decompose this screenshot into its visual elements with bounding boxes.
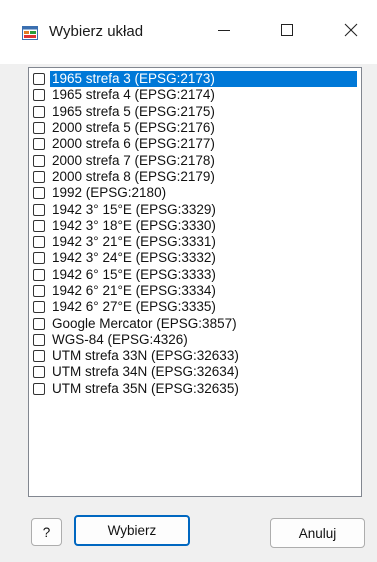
list-item[interactable]: 1942 6° 27°E (EPSG:3335) bbox=[33, 299, 357, 315]
list-item[interactable]: 1965 strefa 5 (EPSG:2175) bbox=[33, 104, 357, 120]
item-label: UTM strefa 34N (EPSG:32634) bbox=[52, 364, 239, 380]
title-bar[interactable]: Wybierz układ bbox=[0, 0, 377, 64]
list-item[interactable]: 1942 3° 15°E (EPSG:3329) bbox=[33, 201, 357, 217]
item-label: 1965 strefa 3 (EPSG:2173) bbox=[50, 71, 357, 88]
minimize-button[interactable] bbox=[201, 12, 247, 52]
list-item[interactable]: 1942 6° 21°E (EPSG:3334) bbox=[33, 283, 357, 299]
item-label: 1942 6° 21°E (EPSG:3334) bbox=[52, 283, 216, 298]
list-item[interactable]: UTM strefa 34N (EPSG:32634) bbox=[33, 364, 357, 380]
item-checkbox[interactable] bbox=[33, 122, 45, 135]
item-label: 1942 3° 15°E (EPSG:3329) bbox=[52, 201, 216, 217]
item-checkbox[interactable] bbox=[33, 105, 45, 118]
maximize-button[interactable] bbox=[264, 12, 310, 52]
list-item[interactable]: WGS-84 (EPSG:4326) bbox=[33, 332, 357, 348]
item-label: 1942 6° 27°E (EPSG:3335) bbox=[52, 299, 216, 315]
close-button[interactable] bbox=[328, 12, 374, 52]
list-item[interactable]: 1965 strefa 3 (EPSG:2173) bbox=[33, 71, 357, 88]
list-item[interactable]: 1992 (EPSG:2180) bbox=[33, 185, 357, 201]
dialog-window: Wybierz układ 1965 strefa 3 (EPSG:2173) 1… bbox=[0, 0, 377, 562]
item-label: 1992 (EPSG:2180) bbox=[52, 185, 167, 201]
list-item[interactable]: 1965 strefa 4 (EPSG:2174) bbox=[33, 87, 357, 103]
item-label: 2000 strefa 8 (EPSG:2179) bbox=[52, 168, 215, 184]
item-checkbox[interactable] bbox=[33, 203, 45, 216]
item-label: 2000 strefa 5 (EPSG:2176) bbox=[52, 120, 215, 136]
close-icon bbox=[344, 23, 358, 42]
item-checkbox[interactable] bbox=[33, 187, 45, 200]
item-checkbox[interactable] bbox=[33, 285, 45, 297]
item-label: 2000 strefa 6 (EPSG:2177) bbox=[52, 136, 215, 152]
item-label: 2000 strefa 7 (EPSG:2178) bbox=[52, 152, 215, 168]
crs-checked-listbox[interactable]: 1965 strefa 3 (EPSG:2173) 1965 strefa 4 (… bbox=[28, 67, 362, 497]
item-checkbox[interactable] bbox=[33, 301, 45, 314]
select-button[interactable]: Wybierz bbox=[74, 515, 190, 546]
list-item[interactable]: 1942 3° 24°E (EPSG:3332) bbox=[33, 250, 357, 266]
item-checkbox[interactable] bbox=[33, 252, 45, 265]
item-checkbox[interactable] bbox=[33, 219, 45, 232]
item-checkbox[interactable] bbox=[33, 366, 45, 379]
item-label: 1942 3° 21°E (EPSG:3331) bbox=[52, 234, 216, 250]
item-checkbox[interactable] bbox=[33, 333, 45, 346]
item-label: WGS-84 (EPSG:4326) bbox=[52, 331, 188, 347]
list-item[interactable]: UTM strefa 33N (EPSG:32633) bbox=[33, 348, 357, 364]
item-label: 1942 3° 18°E (EPSG:3330) bbox=[52, 217, 216, 233]
list-item[interactable]: Google Mercator (EPSG:3857) bbox=[33, 315, 357, 331]
item-checkbox[interactable] bbox=[33, 73, 45, 86]
list-item[interactable]: 1942 6° 15°E (EPSG:3333) bbox=[33, 267, 357, 283]
help-button[interactable]: ? bbox=[31, 518, 62, 546]
item-label: 1965 strefa 4 (EPSG:2174) bbox=[52, 87, 215, 103]
item-checkbox[interactable] bbox=[33, 382, 45, 395]
item-label: 1965 strefa 5 (EPSG:2175) bbox=[52, 103, 215, 119]
item-checkbox[interactable] bbox=[33, 138, 45, 151]
list-item[interactable]: 1942 3° 18°E (EPSG:3330) bbox=[33, 218, 357, 234]
maximize-icon bbox=[281, 23, 293, 41]
list-item[interactable]: 2000 strefa 6 (EPSG:2177) bbox=[33, 136, 357, 152]
item-checkbox[interactable] bbox=[33, 317, 45, 330]
item-label: UTM strefa 33N (EPSG:32633) bbox=[52, 348, 239, 364]
app-window-icon bbox=[22, 26, 38, 40]
item-label: Google Mercator (EPSG:3857) bbox=[52, 315, 237, 331]
crs-list: 1965 strefa 3 (EPSG:2173) 1965 strefa 4 (… bbox=[33, 71, 357, 397]
item-checkbox[interactable] bbox=[33, 236, 45, 249]
list-item[interactable]: 1942 3° 21°E (EPSG:3331) bbox=[33, 234, 357, 250]
list-item[interactable]: 2000 strefa 5 (EPSG:2176) bbox=[33, 120, 357, 136]
item-checkbox[interactable] bbox=[33, 268, 45, 281]
list-item[interactable]: 2000 strefa 7 (EPSG:2178) bbox=[33, 152, 357, 168]
item-checkbox[interactable] bbox=[33, 350, 45, 363]
item-label: UTM strefa 35N (EPSG:32635) bbox=[52, 380, 239, 396]
cancel-button[interactable]: Anuluj bbox=[270, 518, 365, 548]
list-item[interactable]: 2000 strefa 8 (EPSG:2179) bbox=[33, 169, 357, 185]
minimize-icon bbox=[218, 23, 230, 41]
item-checkbox[interactable] bbox=[33, 89, 45, 102]
item-label: 1942 3° 24°E (EPSG:3332) bbox=[52, 250, 216, 266]
item-label: 1942 6° 15°E (EPSG:3333) bbox=[52, 266, 216, 282]
item-checkbox[interactable] bbox=[33, 154, 45, 167]
window-title: Wybierz układ bbox=[49, 23, 144, 40]
item-checkbox[interactable] bbox=[33, 170, 45, 183]
list-item[interactable]: UTM strefa 35N (EPSG:32635) bbox=[33, 381, 357, 397]
